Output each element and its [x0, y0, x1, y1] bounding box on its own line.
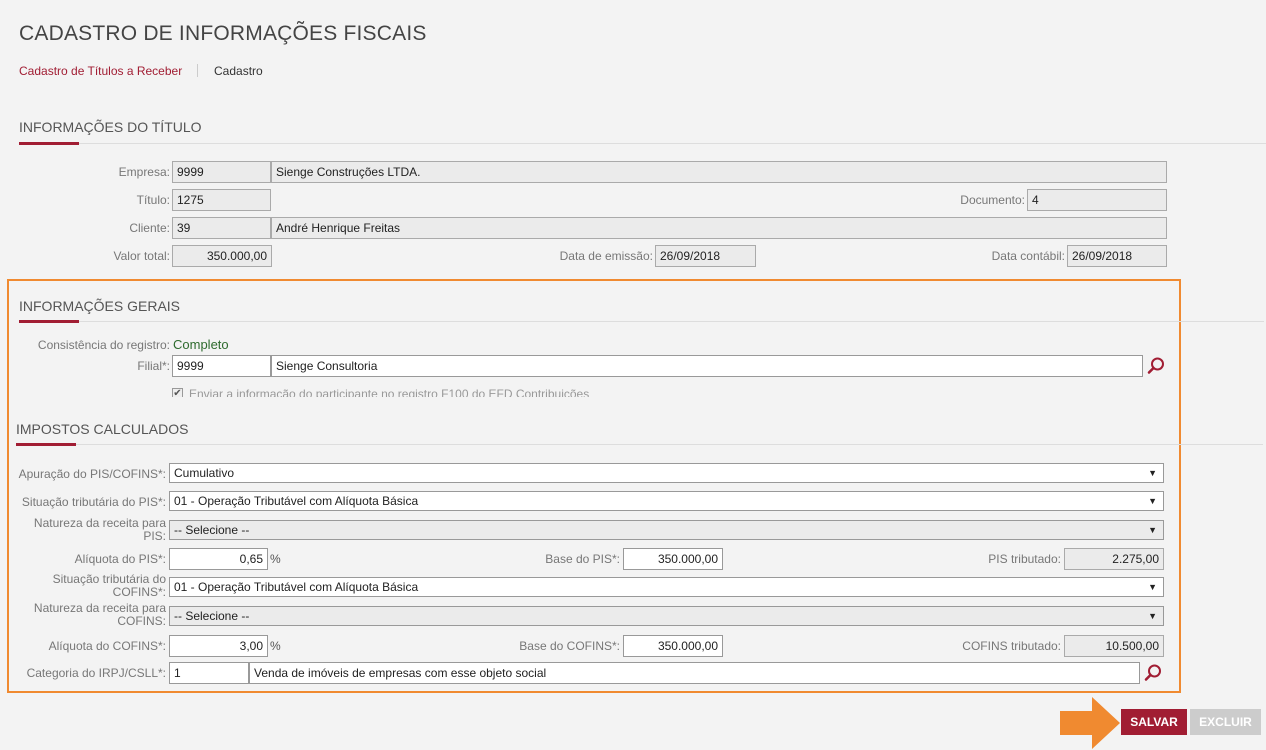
- salvar-button[interactable]: SALVAR: [1121, 709, 1187, 735]
- sit-pis-select[interactable]: 01 - Operação Tributável com Alíquota Bá…: [169, 491, 1164, 511]
- section-divider: [19, 321, 1264, 322]
- section-accent: [19, 142, 79, 145]
- nat-pis-selected-value: -- Selecione --: [174, 523, 250, 537]
- nat-pis-label: Natureza da receita para PIS:: [10, 517, 166, 543]
- irpj-code-input[interactable]: 1: [169, 662, 249, 684]
- participante-checkbox-label: Enviar a informação do participante no r…: [189, 387, 590, 397]
- data-contabil-field: 26/09/2018: [1067, 245, 1167, 267]
- sit-cofins-label-line2: COFINS*:: [112, 585, 166, 599]
- aliq-cofins-label: Alíquota do COFINS*:: [48, 639, 166, 653]
- apuracao-selected-value: Cumulativo: [174, 466, 235, 480]
- cliente-label: Cliente:: [129, 221, 170, 235]
- breadcrumb-divider: [197, 64, 198, 77]
- sit-cofins-selected-value: 01 - Operação Tributável com Alíquota Bá…: [174, 580, 419, 594]
- base-pis-input[interactable]: 350.000,00: [623, 548, 723, 570]
- aliq-cofins-input[interactable]: 3,00: [169, 635, 268, 657]
- filial-name-field: Sienge Consultoria: [271, 355, 1143, 377]
- participante-checkbox-row[interactable]: ✔ Enviar a informação do participante no…: [172, 386, 1172, 397]
- search-icon: [1144, 664, 1161, 681]
- base-cofins-label: Base do COFINS*:: [519, 639, 620, 653]
- documento-label: Documento:: [960, 193, 1025, 207]
- nat-pis-select[interactable]: -- Selecione -- ▼: [169, 520, 1164, 540]
- cliente-code-field: 39: [172, 217, 271, 239]
- nat-cofins-label: Natureza da receita para COFINS:: [10, 602, 166, 628]
- irpj-search-button[interactable]: [1142, 662, 1164, 684]
- chevron-down-icon: ▼: [1148, 468, 1157, 478]
- chevron-down-icon: ▼: [1148, 611, 1157, 621]
- aliq-pis-label: Alíquota do PIS*:: [74, 552, 166, 566]
- checkbox-checked-icon: ✔: [172, 388, 183, 397]
- base-cofins-input[interactable]: 350.000,00: [623, 635, 723, 657]
- aliq-pis-unit: %: [270, 552, 281, 566]
- documento-field: 4: [1027, 189, 1167, 211]
- data-contabil-label: Data contábil:: [991, 249, 1065, 263]
- valor-total-field: 350.000,00: [172, 245, 272, 267]
- arrow-right-icon: [1060, 697, 1120, 749]
- sit-cofins-label: Situação tributária do COFINS*:: [10, 573, 166, 599]
- section-title-titulo: INFORMAÇÕES DO TÍTULO: [19, 119, 202, 135]
- chevron-down-icon: ▼: [1148, 582, 1157, 592]
- filial-label: Filial*:: [137, 359, 170, 373]
- chevron-down-icon: ▼: [1148, 496, 1157, 506]
- section-divider: [16, 444, 1263, 445]
- valor-total-label: Valor total:: [113, 249, 170, 263]
- base-pis-label: Base do PIS*:: [545, 552, 620, 566]
- section-title-gerais: INFORMAÇÕES GERAIS: [19, 298, 181, 314]
- empresa-name-field: Sienge Construções LTDA.: [271, 161, 1167, 183]
- section-accent: [19, 320, 79, 323]
- section-title-impostos: IMPOSTOS CALCULADOS: [16, 421, 189, 437]
- filial-code-input[interactable]: 9999: [172, 355, 271, 377]
- chevron-down-icon: ▼: [1148, 525, 1157, 535]
- titulo-field: 1275: [172, 189, 271, 211]
- cofins-tributado-label: COFINS tributado:: [962, 639, 1061, 653]
- sit-cofins-select[interactable]: 01 - Operação Tributável com Alíquota Bá…: [169, 577, 1164, 597]
- breadcrumb-current: Cadastro: [214, 64, 263, 78]
- breadcrumb-parent-link[interactable]: Cadastro de Títulos a Receber: [19, 64, 182, 78]
- aliq-cofins-unit: %: [270, 639, 281, 653]
- search-icon: [1147, 357, 1164, 374]
- aliq-pis-input[interactable]: 0,65: [169, 548, 268, 570]
- nat-cofins-selected-value: -- Selecione --: [174, 609, 250, 623]
- sit-pis-label: Situação tributária do PIS*:: [21, 495, 166, 509]
- cofins-tributado-field: 10.500,00: [1064, 635, 1164, 657]
- apuracao-label: Apuração do PIS/COFINS*:: [18, 467, 166, 481]
- empresa-label: Empresa:: [118, 165, 170, 179]
- nat-cofins-select[interactable]: -- Selecione -- ▼: [169, 606, 1164, 626]
- nat-cofins-label-line2: COFINS:: [117, 614, 166, 628]
- empresa-code-field: 9999: [172, 161, 271, 183]
- pis-tributado-label: PIS tributado:: [988, 552, 1061, 566]
- excluir-button[interactable]: EXCLUIR: [1190, 709, 1261, 735]
- section-divider: [19, 143, 1266, 144]
- pis-tributado-field: 2.275,00: [1064, 548, 1164, 570]
- sit-pis-selected-value: 01 - Operação Tributável com Alíquota Bá…: [174, 494, 419, 508]
- filial-search-button[interactable]: [1145, 355, 1167, 377]
- consistencia-status: Completo: [173, 337, 229, 352]
- page-title: CADASTRO DE INFORMAÇÕES FISCAIS: [19, 22, 427, 45]
- cliente-name-field: André Henrique Freitas: [271, 217, 1167, 239]
- section-accent: [16, 443, 76, 446]
- apuracao-select[interactable]: Cumulativo ▼: [169, 463, 1164, 483]
- titulo-label: Título:: [136, 193, 170, 207]
- irpj-name-field: Venda de imóveis de empresas com esse ob…: [249, 662, 1140, 684]
- consistencia-label: Consistência do registro:: [37, 338, 170, 352]
- data-emissao-label: Data de emissão:: [559, 249, 653, 263]
- nat-pis-label-line2: PIS:: [143, 529, 166, 543]
- irpj-label: Categoria do IRPJ/CSLL*:: [26, 666, 166, 680]
- data-emissao-field: 26/09/2018: [655, 245, 756, 267]
